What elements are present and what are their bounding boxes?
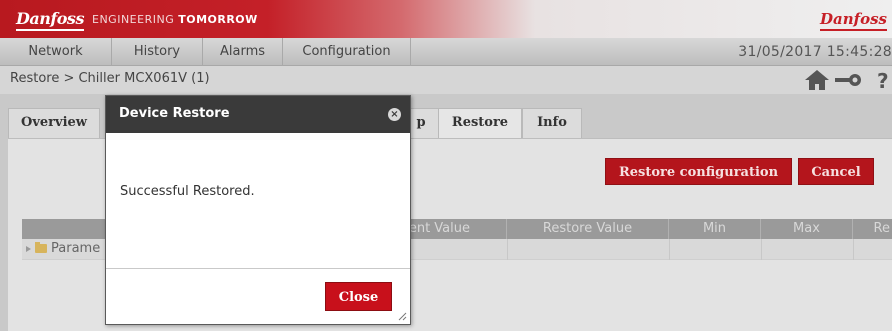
- main-menu: Network History Alarms Configuration 31/…: [0, 38, 892, 66]
- col-max: Max: [761, 219, 853, 239]
- menu-network[interactable]: Network: [0, 38, 112, 66]
- tree-item-parameters[interactable]: Parame: [26, 241, 100, 256]
- home-icon[interactable]: [804, 69, 830, 91]
- col-restore-value: Restore Value: [507, 219, 669, 239]
- danfoss-logo: Danfoss: [16, 9, 84, 31]
- key-icon[interactable]: [834, 69, 862, 91]
- tab-info[interactable]: Info: [522, 108, 582, 138]
- col-re: Re: [873, 221, 890, 236]
- dialog-message: Successful Restored.: [120, 184, 255, 199]
- tab-overview[interactable]: Overview: [8, 108, 100, 138]
- datetime-display: 31/05/2017 15:45:28: [738, 44, 892, 60]
- folder-icon: [35, 242, 47, 253]
- dialog-title: Device Restore: [119, 106, 230, 121]
- expand-arrow-icon[interactable]: [26, 245, 31, 252]
- dialog-footer: Close: [106, 268, 410, 324]
- breadcrumb: Restore > Chiller MCX061V (1): [10, 71, 210, 86]
- resize-handle-icon[interactable]: [398, 312, 407, 321]
- tagline: ENGINEERING TOMORROW: [92, 13, 258, 26]
- help-icon[interactable]: ?: [870, 69, 892, 91]
- menu-history[interactable]: History: [112, 38, 203, 66]
- tab-restore[interactable]: Restore: [438, 108, 522, 139]
- menu-alarms[interactable]: Alarms: [203, 38, 283, 66]
- svg-text:?: ?: [877, 69, 889, 91]
- top-header: Danfoss ENGINEERING TOMORROW Danfoss: [0, 0, 892, 38]
- danfoss-logo-right: Danfoss: [820, 10, 887, 31]
- close-button[interactable]: Close: [325, 282, 392, 311]
- breadcrumb-row: Restore > Chiller MCX061V (1) ?: [0, 66, 892, 94]
- dialog-header: Device Restore ×: [106, 96, 410, 133]
- cancel-button[interactable]: Cancel: [798, 158, 874, 185]
- dialog-close-icon[interactable]: ×: [388, 108, 401, 121]
- menu-configuration[interactable]: Configuration: [283, 38, 411, 66]
- device-restore-dialog: Device Restore × Successful Restored. Cl…: [105, 95, 411, 325]
- restore-configuration-button[interactable]: Restore configuration: [605, 158, 792, 185]
- col-min: Min: [669, 219, 761, 239]
